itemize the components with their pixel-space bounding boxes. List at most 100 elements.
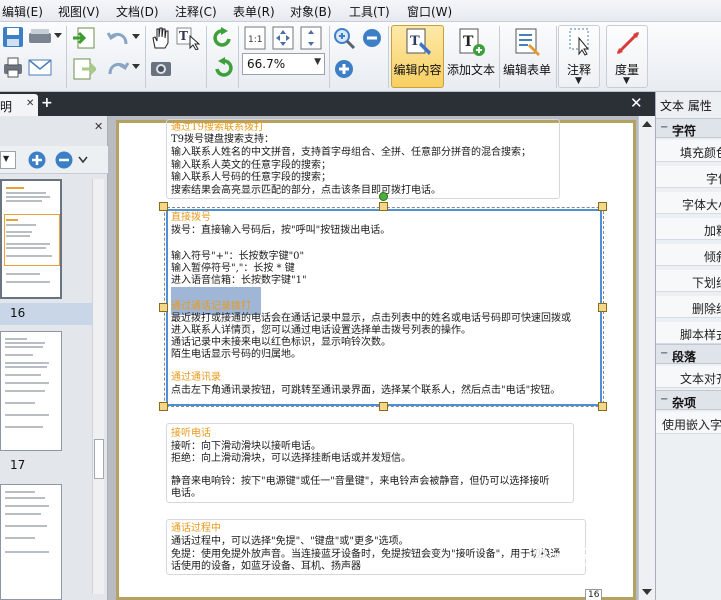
prop-strikethrough[interactable]: 删除线 <box>692 300 721 317</box>
text-line: 拒绝：向上滑动滑块，可以选择挂断电话或并发短信。 <box>171 453 411 464</box>
edit-content-button[interactable]: T 编辑内容 <box>391 25 444 88</box>
prop-font[interactable]: 字体 <box>706 170 721 187</box>
scroll-down-icon[interactable] <box>642 588 652 596</box>
hand-tool-icon[interactable] <box>150 26 172 50</box>
select-text-icon[interactable]: T <box>176 26 200 50</box>
text-line: 输入联系人号码的任意字段的搜索； <box>171 172 331 183</box>
page-thumbnail-label: 16 <box>10 306 26 320</box>
collapse-icon[interactable]: − <box>660 348 668 359</box>
prop-embed-font[interactable]: 使用嵌入字体 <box>662 416 721 433</box>
page-thumbnail[interactable] <box>0 179 62 299</box>
text-block[interactable]: 接听电话 接听：向下滑动滑块以接听电话。 拒绝：向上滑动滑块，可以选择挂断电话或… <box>166 423 574 503</box>
collapse-icon[interactable]: − <box>660 122 668 133</box>
rotate-right-icon[interactable] <box>212 27 234 49</box>
menu-edit[interactable]: 编辑(E) <box>2 3 43 20</box>
print-icon[interactable] <box>2 56 24 78</box>
save-icon[interactable] <box>2 26 24 48</box>
chevron-down-icon[interactable] <box>132 34 140 40</box>
edit-form-icon <box>515 28 540 56</box>
thumbnail-scrollbar[interactable] <box>92 179 104 594</box>
zoom-select[interactable]: 66.7% ▼ <box>242 53 325 75</box>
section-misc[interactable]: − 杂项 <box>656 390 721 410</box>
resize-handle[interactable] <box>159 303 168 312</box>
resize-handle[interactable] <box>159 402 168 411</box>
resize-handle[interactable] <box>379 402 388 411</box>
import-icon[interactable] <box>72 27 96 49</box>
menu-comment[interactable]: 注释(C) <box>175 3 217 20</box>
menu-tools[interactable]: 工具(T) <box>349 3 390 20</box>
text-line: 话使用的设备，如蓝牙设备、耳机、扬声器 <box>171 561 361 572</box>
text-line: 搜索结果会高亮显示匹配的部分，点击该条目即可拨打电话。 <box>171 185 441 196</box>
zoom-in-icon[interactable] <box>333 58 355 80</box>
edit-form-button[interactable]: 编辑表单 <box>501 25 553 88</box>
measure-button[interactable]: 度量 ▼ <box>606 25 648 88</box>
text-block[interactable]: 通话过程中 通话过程中，可以选择"免提"、"键盘"或"更多"选项。 免提：使用免… <box>166 519 586 575</box>
prop-fill-color[interactable]: 填充颜色 <box>680 144 721 161</box>
undo-icon[interactable] <box>106 28 130 48</box>
fit-page-icon[interactable] <box>272 26 294 50</box>
chevron-down-icon: ▼ <box>623 76 630 86</box>
fit-width-icon[interactable] <box>300 26 322 50</box>
document-tab[interactable]: 明 ✕ <box>0 94 38 116</box>
menu-form[interactable]: 表单(R) <box>233 3 275 20</box>
thumbnail-toolbar: ▼ <box>0 146 108 174</box>
svg-text:T: T <box>410 34 420 49</box>
close-icon[interactable]: ✕ <box>94 120 103 133</box>
block-heading: 通过T9搜索联系拨打 <box>171 122 265 133</box>
resize-handle[interactable] <box>598 402 607 411</box>
zoom-out-icon[interactable] <box>54 150 74 170</box>
resize-handle[interactable] <box>379 202 388 211</box>
add-text-button[interactable]: T 添加文本 <box>446 25 496 88</box>
actual-size-icon[interactable]: 1:1 <box>244 26 266 50</box>
collapse-icon[interactable]: − <box>660 394 668 405</box>
properties-panel: 文本 属性 − 字符 填充颜色 字体 字体大小 加粗 倾斜 下划线 删除线 脚本… <box>655 92 721 600</box>
email-icon[interactable] <box>28 57 52 77</box>
section-character[interactable]: − 字符 <box>656 118 721 138</box>
edit-content-icon: T <box>406 28 431 55</box>
export-icon[interactable] <box>72 58 96 80</box>
scroll-up-icon[interactable] <box>642 120 652 128</box>
page-thumbnail[interactable] <box>0 484 62 600</box>
chevron-down-icon[interactable] <box>78 154 88 166</box>
page-thumbnail[interactable] <box>0 331 62 451</box>
text-block[interactable]: 通过T9搜索联系拨打 T9拨号键盘搜索支持： 输入联系人姓名的中文拼音，支持首字… <box>166 119 560 199</box>
chevron-down-icon[interactable] <box>132 64 140 70</box>
zoom-out-icon[interactable] <box>361 27 383 49</box>
chevron-down-icon: ▼ <box>314 57 321 67</box>
toolbar: T 1:1 66.7% ▼ T 编辑内容 T 添加文本 编辑表单 注释 ▼ 度量… <box>0 22 721 92</box>
measure-icon <box>616 31 640 55</box>
prop-italic[interactable]: 倾斜 <box>704 248 721 265</box>
prop-text-align[interactable]: 文本对齐 <box>680 370 721 387</box>
prop-underline[interactable]: 下划线 <box>692 274 721 291</box>
close-icon[interactable]: ✕ <box>26 98 34 109</box>
text-line: 输入联系人姓名的中文拼音，支持首字母组合、全拼、任意部分拼音的混合搜索； <box>171 147 531 158</box>
document-scrollbar[interactable] <box>638 116 655 600</box>
rotate-left-icon[interactable] <box>212 57 234 79</box>
scrollbar-thumb[interactable] <box>94 439 104 479</box>
new-tab-button[interactable]: + <box>41 95 53 111</box>
redo-icon[interactable] <box>106 58 130 78</box>
menu-bar: 编辑(E) 视图(V) 文档(D) 注释(C) 表单(R) 对象(B) 工具(T… <box>0 0 721 22</box>
resize-handle[interactable] <box>159 202 168 211</box>
menu-view[interactable]: 视图(V) <box>58 3 100 20</box>
close-document-button[interactable]: ✕ <box>630 94 643 112</box>
snapshot-icon[interactable] <box>150 58 172 78</box>
menu-object[interactable]: 对象(B) <box>290 3 332 20</box>
chevron-down-icon[interactable] <box>54 33 62 39</box>
zoom-in-icon[interactable] <box>27 150 47 170</box>
annotate-button[interactable]: 注释 ▼ <box>558 25 600 88</box>
prop-bold[interactable]: 加粗 <box>704 222 721 239</box>
zoom-tool-icon[interactable] <box>333 27 357 49</box>
page-number: 16 <box>585 589 603 600</box>
menu-document[interactable]: 文档(D) <box>116 3 159 20</box>
section-paragraph[interactable]: − 段落 <box>656 344 721 364</box>
text-line: 接听：向下滑动滑块以接听电话。 <box>171 441 321 452</box>
prop-font-size[interactable]: 字体大小 <box>682 196 721 213</box>
menu-window[interactable]: 窗口(W) <box>407 3 452 20</box>
rotate-handle[interactable] <box>379 192 388 201</box>
scanner-icon[interactable] <box>28 27 52 47</box>
selection-box <box>166 209 602 406</box>
resize-handle[interactable] <box>598 202 607 211</box>
prop-script-style[interactable]: 脚本样式 <box>680 326 721 343</box>
resize-handle[interactable] <box>598 303 607 312</box>
